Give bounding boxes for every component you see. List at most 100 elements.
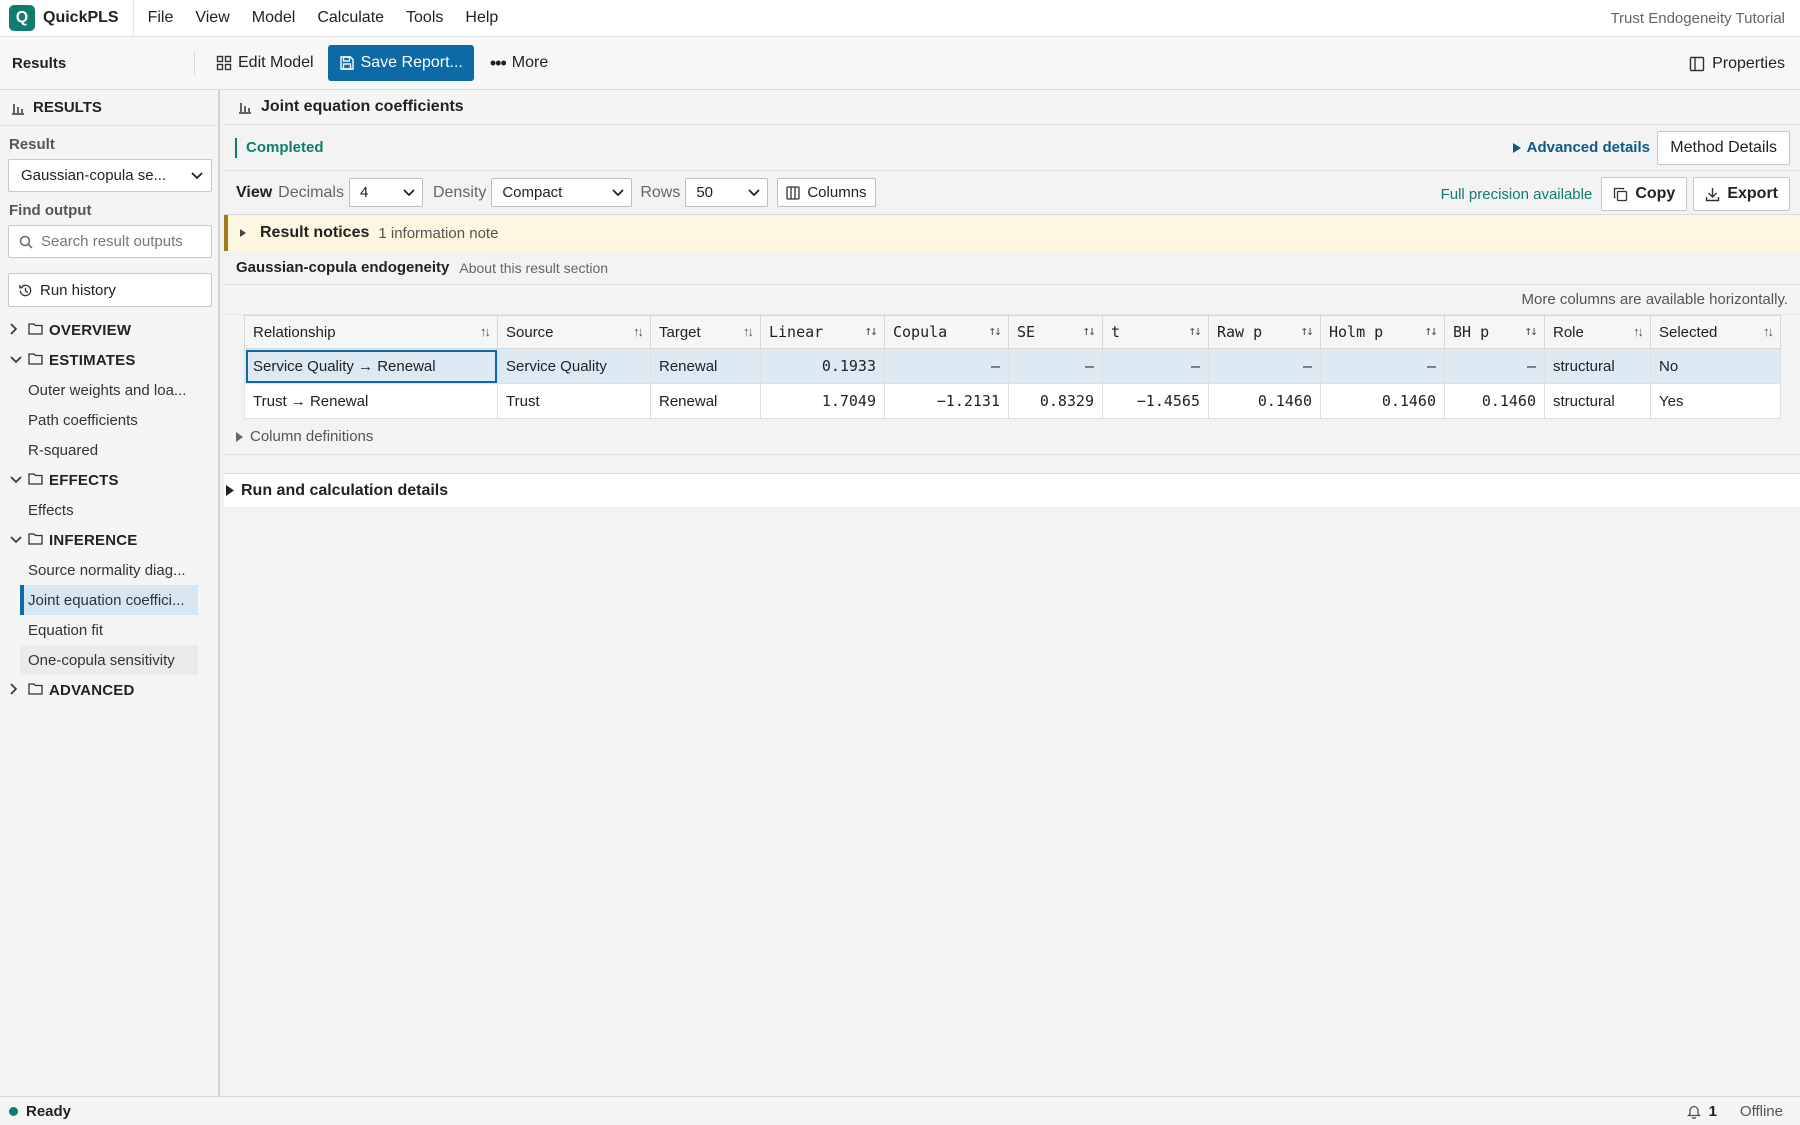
sidebar-item-source-normality[interactable]: Source normality diag...: [0, 555, 218, 585]
about-section-link[interactable]: About this result section: [459, 260, 608, 276]
folder-icon: [28, 472, 43, 489]
result-notices[interactable]: Result notices 1 information note: [224, 215, 1800, 251]
column-header[interactable]: Raw p ↑↓: [1208, 315, 1321, 349]
menu-bar: Q QuickPLS File View Model Calculate Too…: [0, 0, 1800, 37]
save-icon: [339, 56, 354, 70]
table-cell[interactable]: No: [1650, 348, 1781, 384]
triangle-right-icon: [1512, 142, 1521, 153]
run-history-button[interactable]: Run history: [8, 273, 212, 307]
table-cell[interactable]: Trust → Renewal: [244, 383, 498, 419]
table-cell[interactable]: Service Quality → Renewal: [244, 348, 498, 384]
sort-icon: ↑↓: [1300, 324, 1314, 339]
column-header[interactable]: Target ↑↓: [650, 315, 761, 349]
menu-model[interactable]: Model: [241, 9, 307, 27]
table-row[interactable]: Trust → Renewal Trust Renewal 1.7049 −1.…: [244, 383, 1781, 419]
export-button[interactable]: Export: [1693, 177, 1790, 211]
sidebar-item-outer-weights[interactable]: Outer weights and loa...: [0, 375, 218, 405]
table-cell[interactable]: 0.8329: [1008, 383, 1103, 419]
chevron-down-icon: [403, 188, 415, 196]
column-header[interactable]: Relationship ↑↓: [244, 315, 498, 349]
method-details-button[interactable]: Method Details: [1657, 131, 1790, 165]
column-definitions-label: Column definitions: [250, 428, 374, 445]
menu-view[interactable]: View: [184, 9, 240, 27]
rows-select[interactable]: 50: [685, 178, 769, 207]
group-effects[interactable]: EFFECTS: [0, 465, 218, 495]
table-cell[interactable]: 0.1460: [1208, 383, 1321, 419]
results-sidebar: RESULTS Result Gaussian-copula se... Fin…: [0, 90, 220, 1096]
search-input[interactable]: [41, 233, 201, 250]
column-header[interactable]: t ↑↓: [1102, 315, 1209, 349]
columns-button[interactable]: Columns: [777, 178, 876, 207]
toolbar: Results Edit Model Save Report... ••• Mo…: [0, 37, 1800, 90]
table-cell[interactable]: 1.7049: [760, 383, 885, 419]
table-cell[interactable]: –: [1102, 348, 1209, 384]
column-header[interactable]: BH p ↑↓: [1444, 315, 1545, 349]
run-details-toggle[interactable]: Run and calculation details: [224, 473, 1800, 507]
sidebar-item-effects[interactable]: Effects: [0, 495, 218, 525]
group-advanced[interactable]: ADVANCED: [0, 675, 218, 705]
group-inference[interactable]: INFERENCE: [0, 525, 218, 555]
full-precision-link[interactable]: Full precision available: [1441, 186, 1593, 203]
table-cell[interactable]: 0.1933: [760, 348, 885, 384]
grid-icon: [216, 55, 232, 71]
advanced-details-toggle[interactable]: Advanced details: [1512, 139, 1650, 156]
sidebar-item-equation-fit[interactable]: Equation fit: [0, 615, 218, 645]
group-overview[interactable]: OVERVIEW: [0, 315, 218, 345]
sidebar-item-one-copula[interactable]: One-copula sensitivity: [20, 645, 198, 675]
density-select[interactable]: Compact: [491, 178, 633, 207]
table-cell[interactable]: Renewal: [650, 348, 761, 384]
sidebar-item-r-squared[interactable]: R-squared: [0, 435, 218, 465]
status-dot-icon: [9, 1106, 18, 1116]
status-row: Completed Advanced details Method Detail…: [224, 125, 1800, 171]
column-header[interactable]: Source ↑↓: [497, 315, 651, 349]
table-cell[interactable]: –: [1444, 348, 1545, 384]
column-header[interactable]: SE ↑↓: [1008, 315, 1103, 349]
save-report-button[interactable]: Save Report...: [327, 45, 474, 81]
menu-help[interactable]: Help: [454, 9, 509, 27]
table-row[interactable]: Service Quality → Renewal Service Qualit…: [244, 348, 1781, 384]
result-select[interactable]: Gaussian-copula se...: [8, 159, 212, 192]
table-cell[interactable]: −1.2131: [884, 383, 1009, 419]
decimals-select[interactable]: 4: [348, 178, 423, 207]
menu-tools[interactable]: Tools: [395, 9, 454, 27]
table-cell[interactable]: –: [1008, 348, 1103, 384]
table-cell[interactable]: –: [884, 348, 1009, 384]
properties-button[interactable]: Properties: [1689, 46, 1785, 82]
table-cell[interactable]: –: [1320, 348, 1445, 384]
more-button[interactable]: ••• More: [480, 45, 558, 81]
table-cell[interactable]: structural: [1544, 383, 1651, 419]
menu-file[interactable]: File: [137, 9, 185, 27]
status-bar-right: 1 Offline: [1686, 1103, 1783, 1120]
density-value: Compact: [502, 184, 563, 201]
density-label: Density: [432, 183, 487, 201]
table-cell[interactable]: structural: [1544, 348, 1651, 384]
column-header[interactable]: Role ↑↓: [1544, 315, 1651, 349]
column-header[interactable]: Holm p ↑↓: [1320, 315, 1445, 349]
page-title: Joint equation coefficients: [261, 98, 464, 115]
search-field[interactable]: [8, 225, 212, 258]
column-header[interactable]: Selected ↑↓: [1650, 315, 1781, 349]
triangle-right-icon: [226, 485, 234, 496]
chart-icon: [239, 103, 251, 114]
table-cell[interactable]: –: [1208, 348, 1321, 384]
table-cell[interactable]: Service Quality: [497, 348, 651, 384]
column-header[interactable]: Linear ↑↓: [760, 315, 885, 349]
group-estimates[interactable]: ESTIMATES: [0, 345, 218, 375]
triangle-right-icon: [240, 229, 246, 237]
sidebar-item-joint-equation[interactable]: Joint equation coeffici...: [20, 585, 198, 615]
table-cell[interactable]: Renewal: [650, 383, 761, 419]
edit-model-button[interactable]: Edit Model: [206, 45, 324, 81]
table-cell[interactable]: 0.1460: [1444, 383, 1545, 419]
table-cell[interactable]: 0.1460: [1320, 383, 1445, 419]
column-definitions-toggle[interactable]: Column definitions: [224, 419, 1800, 455]
copy-button[interactable]: Copy: [1601, 177, 1688, 211]
table-cell[interactable]: Yes: [1650, 383, 1781, 419]
bell-icon[interactable]: [1686, 1104, 1701, 1119]
panel-icon: [1689, 56, 1705, 72]
columns-icon: [786, 185, 800, 200]
table-cell[interactable]: Trust: [497, 383, 651, 419]
menu-calculate[interactable]: Calculate: [306, 9, 395, 27]
sidebar-item-path-coefficients[interactable]: Path coefficients: [0, 405, 218, 435]
column-header[interactable]: Copula ↑↓: [884, 315, 1009, 349]
table-cell[interactable]: −1.4565: [1102, 383, 1209, 419]
